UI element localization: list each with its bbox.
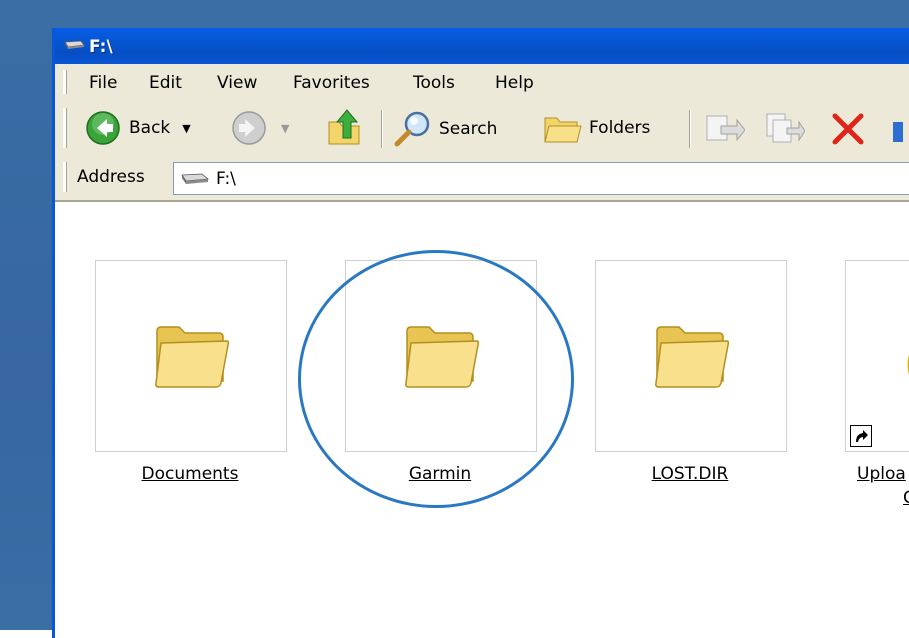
menu-help[interactable]: Help [495,73,534,93]
menu-favorites[interactable]: Favorites [293,73,370,93]
title-bar[interactable]: F:\ [55,28,909,64]
drive-icon [181,173,209,184]
toolbar-grip[interactable] [63,108,67,148]
undo-icon [893,122,903,142]
toolbar-separator [689,110,691,148]
delete-x-icon [832,113,864,145]
back-dropdown-icon[interactable]: ▼ [182,122,190,135]
up-folder-button[interactable] [325,108,363,148]
address-label: Address [77,167,145,187]
shortcut-thumbnail[interactable] [845,260,909,452]
shortcut-arrow-icon [850,425,872,447]
shortcut-target-icon [907,354,909,376]
undo-button[interactable] [891,114,909,144]
copy-to-button[interactable] [763,112,805,146]
shortcut-label-line1[interactable]: Uploa [857,464,906,484]
move-to-button[interactable] [703,112,745,146]
highlight-circle [298,250,574,508]
folders-icon [544,117,582,143]
search-button[interactable]: Search [393,110,497,148]
back-label: Back [129,118,171,138]
menu-bar: File Edit View Favorites Tools Help [55,64,909,101]
move-to-icon [706,115,745,142]
search-icon [394,111,430,147]
forward-arrow-icon [232,111,266,145]
up-folder-icon [328,109,360,145]
toolbar-separator [381,110,383,148]
desktop-background-top [0,0,909,30]
folders-button[interactable]: Folders [543,110,650,146]
standard-toolbar: Back ▼ ▼ Search Folders [55,100,909,157]
folder-thumbnail[interactable] [95,260,287,452]
back-arrow-icon [86,111,120,145]
menu-tools[interactable]: Tools [413,73,455,93]
folder-thumbnail[interactable] [595,260,787,452]
menubar-grip[interactable] [63,70,67,94]
forward-dropdown-icon[interactable]: ▼ [281,122,289,135]
address-bar: Address F:\ [55,156,909,202]
shortcut-label-line2[interactable]: C [903,488,909,508]
folder-icon [655,326,730,388]
desktop: F:\ File Edit View Favorites Tools Help … [0,0,909,638]
folder-icon [155,326,230,388]
forward-button[interactable]: ▼ [231,110,289,146]
folder-label-lost-dir[interactable]: LOST.DIR [595,464,785,484]
copy-to-icon [766,113,805,143]
back-button[interactable]: Back ▼ [85,110,191,146]
delete-button[interactable] [831,112,865,146]
addressbar-grip[interactable] [63,162,67,192]
search-label: Search [439,119,498,139]
folder-label-documents[interactable]: Documents [95,464,285,484]
menu-view[interactable]: View [217,73,257,93]
menu-edit[interactable]: Edit [149,73,182,93]
drive-icon [64,40,85,49]
window-title: F:\ [89,37,113,57]
address-value: F:\ [216,169,236,189]
address-input[interactable]: F:\ [173,162,909,195]
folders-label: Folders [589,118,651,138]
menu-file[interactable]: File [89,73,117,93]
